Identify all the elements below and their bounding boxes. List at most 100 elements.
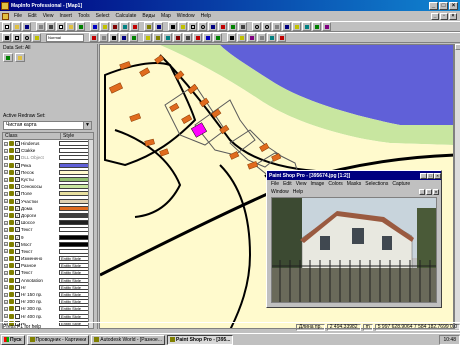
boundary-icon[interactable] xyxy=(32,33,41,42)
layer-visible-checkbox[interactable] xyxy=(15,299,20,305)
layer-visible-checkbox[interactable]: ✓ xyxy=(15,177,20,183)
layer-style-swatch[interactable] xyxy=(59,205,89,211)
layer-style-swatch[interactable] xyxy=(59,220,89,226)
scale-icon[interactable] xyxy=(173,33,182,42)
status-unit[interactable]: m xyxy=(362,323,373,331)
layer-row[interactable]: + ✓ Hinderus xyxy=(3,140,93,147)
expand-icon[interactable]: + xyxy=(4,292,8,297)
expand-icon[interactable]: + xyxy=(4,249,8,254)
layer-style-swatch[interactable]: Entity Style xyxy=(59,256,89,262)
layer-visible-checkbox[interactable] xyxy=(15,155,20,161)
layer-visible-checkbox[interactable]: ✓ xyxy=(15,141,20,147)
style-combo[interactable]: Normal xyxy=(46,33,84,42)
bookmark-icon[interactable] xyxy=(277,33,286,42)
layer-style-swatch[interactable] xyxy=(59,162,89,168)
select-icon[interactable] xyxy=(322,22,331,31)
layer-style-swatch[interactable] xyxy=(59,198,89,204)
snap-icon[interactable] xyxy=(89,33,98,42)
lasso-icon[interactable] xyxy=(12,33,21,42)
expand-icon[interactable]: + xyxy=(4,199,8,204)
legend-icon[interactable] xyxy=(302,22,311,31)
layer-style-swatch[interactable] xyxy=(59,191,89,197)
layer-row[interactable]: + ✓ Ctakke xyxy=(3,147,93,154)
chevron-down-icon[interactable]: ▼ xyxy=(83,122,91,129)
dataset-check-icon[interactable] xyxy=(3,53,13,62)
menu-select[interactable]: Select xyxy=(93,13,113,19)
info-icon[interactable] xyxy=(282,22,291,31)
polar-icon[interactable] xyxy=(119,33,128,42)
layer-scrollbar[interactable] xyxy=(88,140,93,328)
buffer-icon[interactable] xyxy=(213,33,222,42)
expand-icon[interactable]: + xyxy=(4,235,8,240)
layer-style-swatch[interactable] xyxy=(59,148,89,154)
layer-style-swatch[interactable] xyxy=(59,212,89,218)
layer-row[interactable]: + ✓ Текст xyxy=(3,226,93,233)
layer-visible-checkbox[interactable]: ✓ xyxy=(15,212,20,218)
layer-style-swatch[interactable]: Entity Style xyxy=(59,284,89,290)
table-icon[interactable] xyxy=(100,22,109,31)
psp-menu-help[interactable]: Help xyxy=(291,189,305,195)
area-icon[interactable] xyxy=(237,33,246,42)
draw-polygon-icon[interactable] xyxy=(178,22,187,31)
expand-icon[interactable]: + xyxy=(4,306,8,311)
minimize-button[interactable]: _ xyxy=(429,1,438,10)
cut-icon[interactable] xyxy=(46,22,55,31)
menu-file[interactable]: File xyxy=(11,13,25,19)
draw-line-icon[interactable] xyxy=(168,22,177,31)
edit-node-icon[interactable] xyxy=(143,33,152,42)
layer-style-swatch[interactable]: Entity Style xyxy=(59,277,89,283)
layer-visible-checkbox[interactable]: ✓ xyxy=(15,184,20,190)
mirror-icon[interactable] xyxy=(183,33,192,42)
chart-icon[interactable] xyxy=(130,22,139,31)
layer-style-swatch[interactable] xyxy=(59,141,89,147)
layer-visible-checkbox[interactable]: ✓ xyxy=(15,191,20,197)
layer-visible-checkbox[interactable] xyxy=(15,270,20,276)
layer-visible-checkbox[interactable]: ✓ xyxy=(15,205,20,211)
layer-row[interactable]: + ✓ Поле xyxy=(3,190,93,197)
layer-style-swatch[interactable] xyxy=(59,177,89,183)
layer-visible-checkbox[interactable] xyxy=(15,313,20,319)
psp-menu-image[interactable]: Image xyxy=(308,181,326,187)
layer-row[interactable]: + Hr Entity Style xyxy=(3,284,93,291)
move-icon[interactable] xyxy=(153,33,162,42)
psp-menu-masks[interactable]: Masks xyxy=(345,181,363,187)
task-autodesk[interactable]: Autodesk World - [Разное... xyxy=(91,334,165,345)
expand-icon[interactable]: + xyxy=(4,220,8,225)
expand-icon[interactable]: + xyxy=(4,141,8,146)
layer-row[interactable]: + ✓ Шоссе xyxy=(3,219,93,226)
new-icon[interactable] xyxy=(2,22,11,31)
layer-style-swatch[interactable] xyxy=(59,155,89,161)
node-icon[interactable] xyxy=(238,22,247,31)
layer-visible-checkbox[interactable]: ✓ xyxy=(15,169,20,175)
layer-row[interactable]: + ✓ Река xyxy=(3,162,93,169)
expand-icon[interactable]: + xyxy=(4,285,8,290)
col-style[interactable]: Style xyxy=(61,133,74,139)
expand-icon[interactable]: + xyxy=(4,184,8,189)
map-scrollbar[interactable] xyxy=(454,44,460,329)
expand-icon[interactable]: + xyxy=(4,299,8,304)
dataset-folder-icon[interactable] xyxy=(15,53,25,62)
layer-row[interactable]: + Разное Entity Style xyxy=(3,262,93,269)
osnap-icon[interactable] xyxy=(129,33,138,42)
layer-visible-checkbox[interactable] xyxy=(15,284,20,290)
psp-minimize-button[interactable]: _ xyxy=(420,172,427,179)
psp-doc-restore-button[interactable]: ▫ xyxy=(426,189,432,195)
layer-visible-checkbox[interactable] xyxy=(15,306,20,312)
expand-icon[interactable]: + xyxy=(4,227,8,232)
layer-visible-checkbox[interactable]: ✓ xyxy=(15,162,20,168)
expand-icon[interactable]: + xyxy=(4,163,8,168)
layer-style-swatch[interactable]: Entity Style xyxy=(59,306,89,312)
expand-icon[interactable]: + xyxy=(4,278,8,283)
maximize-button[interactable]: □ xyxy=(439,1,448,10)
layer-style-swatch[interactable] xyxy=(59,241,89,247)
layer-visible-checkbox[interactable] xyxy=(15,277,20,283)
grid-icon[interactable] xyxy=(120,22,129,31)
menu-map[interactable]: Map xyxy=(158,13,174,19)
layer-visible-checkbox[interactable]: ✓ xyxy=(15,198,20,204)
ruler-icon[interactable] xyxy=(292,22,301,31)
layer-row[interactable]: + Hr 150 пр. Entity Style xyxy=(3,291,93,298)
menu-tools[interactable]: Tools xyxy=(75,13,93,19)
expand-icon[interactable]: + xyxy=(4,256,8,261)
query-icon[interactable] xyxy=(110,22,119,31)
layer-row[interactable]: + ✓ Дороги xyxy=(3,212,93,219)
